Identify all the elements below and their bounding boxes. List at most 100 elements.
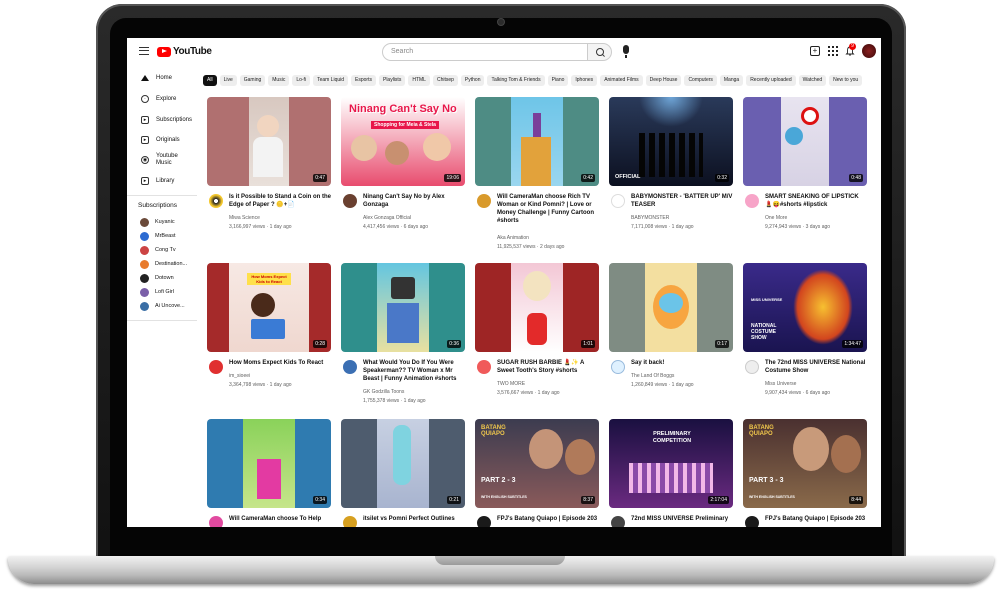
sidebar-item-library[interactable]: ▸ Library [141, 174, 174, 188]
video-title[interactable]: Ninang Can't Say No by Alex Gonzaga [363, 193, 465, 209]
video-thumbnail[interactable]: 0:48 [743, 97, 867, 186]
subscription-item[interactable]: Dotown [140, 273, 174, 283]
channel-avatar[interactable] [209, 360, 223, 374]
channel-avatar[interactable] [611, 516, 625, 527]
video-thumbnail[interactable]: PRELIMINARY COMPETITION 2:17:04 [609, 419, 733, 508]
apps-grid-icon[interactable] [828, 46, 838, 56]
chip[interactable]: Animated Films [600, 75, 643, 86]
sidebar-item-subscriptions[interactable]: ▸ Subscriptions [141, 113, 192, 127]
video-title[interactable]: SUGAR RUSH BARBIE 💄✨ A Sweet Tooth's Sto… [497, 359, 599, 375]
chip[interactable]: Python [460, 75, 485, 86]
search-input[interactable]: Search [382, 43, 588, 61]
chip[interactable]: New to you [829, 75, 863, 86]
subscription-item[interactable]: MrBeast [140, 231, 175, 241]
chip[interactable]: Lo-fi [292, 75, 311, 86]
chip[interactable]: Iphones [571, 75, 598, 86]
chip[interactable]: Team Liquid [313, 75, 349, 86]
video-title[interactable]: SMART SNEAKING OF LIPSTICK 💄😝#shorts #li… [765, 193, 867, 209]
sidebar-item-explore[interactable]: · Explore [141, 92, 176, 106]
channel-name[interactable]: Alex Gonzaga Official [363, 215, 411, 221]
sidebar-item-home[interactable]: Home [141, 71, 172, 85]
chip[interactable]: Talking Tom & Friends [487, 75, 545, 86]
channel-avatar[interactable] [209, 516, 223, 527]
video-thumbnail[interactable]: 0:47 [207, 97, 331, 186]
video-title[interactable]: The 72nd MISS UNIVERSE National Costume … [765, 359, 867, 375]
subscription-item[interactable]: Ai Uncove... [140, 301, 185, 311]
video-thumbnail[interactable]: 0:21 [341, 419, 465, 508]
video-thumbnail[interactable]: Ninang Can't Say No Shopping for Meia & … [341, 97, 465, 186]
channel-name[interactable]: Aka Animation [497, 235, 529, 241]
chip[interactable]: Playlists [378, 75, 406, 86]
channel-avatar[interactable] [745, 360, 759, 374]
chip[interactable]: Recently uploaded [746, 75, 796, 86]
video-title[interactable]: itsilet vs Pomni Perfect Outlines [363, 515, 465, 523]
chip[interactable]: Piano [547, 75, 569, 86]
channel-name[interactable]: Miss Universe [765, 381, 796, 387]
channel-avatar[interactable] [611, 360, 625, 374]
chip[interactable]: Esports [351, 75, 376, 86]
channel-avatar[interactable] [343, 516, 357, 527]
video-title[interactable]: What Would You Do If You Were Speakerman… [363, 359, 465, 383]
video-thumbnail[interactable]: How Moms Expect Kids to React 0:28 [207, 263, 331, 352]
channel-name[interactable]: BABYMONSTER [631, 215, 669, 221]
channel-name[interactable]: im_sioeei [229, 373, 250, 379]
subscription-name: Destination... [155, 261, 188, 267]
microphone-icon[interactable] [623, 45, 629, 58]
video-title[interactable]: How Moms Expect Kids To React [229, 359, 331, 367]
chip[interactable]: Watched [798, 75, 827, 86]
channel-avatar[interactable] [343, 360, 357, 374]
create-video-icon[interactable]: + [810, 46, 820, 56]
chip[interactable]: Gaming [239, 75, 266, 86]
chip[interactable]: Chitsep [432, 75, 458, 86]
subscription-item[interactable]: Cong Tv [140, 245, 176, 255]
chip[interactable]: Live [219, 75, 237, 86]
video-title[interactable]: FPJ's Batang Quiapo | Episode 203 [765, 515, 867, 523]
video-title[interactable]: FPJ's Batang Quiapo | Episode 203 [497, 515, 599, 523]
channel-name[interactable]: The Land Of Boggs [631, 373, 674, 379]
video-thumbnail[interactable]: BATANG QUIAPO PART 3 - 3 WITH ENGLISH SU… [743, 419, 867, 508]
chip[interactable]: Deep House [645, 75, 682, 86]
channel-name[interactable]: GK Godzilla Toons [363, 389, 404, 395]
video-thumbnail[interactable]: 0:17 [609, 263, 733, 352]
channel-name[interactable]: TWO MORE [497, 381, 525, 387]
user-avatar[interactable] [862, 44, 876, 58]
channel-avatar[interactable] [611, 194, 625, 208]
search-icon[interactable] [588, 43, 612, 61]
chip[interactable]: Manga [719, 75, 744, 86]
youtube-logo[interactable]: YouTube [157, 46, 212, 57]
chip[interactable]: Music [268, 75, 290, 86]
home-icon [141, 75, 149, 81]
video-title[interactable]: 72nd MISS UNIVERSE Preliminary [631, 515, 733, 523]
channel-avatar [140, 301, 149, 311]
channel-avatar[interactable] [477, 516, 491, 527]
chip[interactable]: Computers [684, 75, 717, 86]
channel-name[interactable]: One More [765, 215, 787, 221]
video-title[interactable]: BABYMONSTER - 'BATTER UP' M/V TEASER [631, 193, 733, 209]
subscription-item[interactable]: Destination... [140, 259, 187, 269]
chip[interactable]: HTML [408, 75, 430, 86]
video-title[interactable]: Say it back! [631, 359, 733, 367]
menu-icon[interactable] [139, 47, 149, 55]
chip-all[interactable]: All [203, 75, 217, 86]
video-title[interactable]: Will CameraMan choose Rich TV Woman or K… [497, 193, 599, 225]
channel-avatar[interactable] [477, 194, 491, 208]
channel-avatar[interactable] [343, 194, 357, 208]
sidebar-item-music[interactable]: ◉ Youtube Music [141, 153, 191, 167]
video-thumbnail[interactable]: 0:42 [475, 97, 599, 186]
channel-avatar[interactable] [477, 360, 491, 374]
subscription-item[interactable]: Kuyanic [140, 217, 175, 227]
video-thumbnail[interactable]: MISS UNIVERSE NATIONAL COSTUME SHOW 1:34… [743, 263, 867, 352]
video-thumbnail[interactable]: OFFICIAL 0:32 [609, 97, 733, 186]
video-thumbnail[interactable]: BATANG QUIAPO PART 2 - 3 WITH ENGLISH SU… [475, 419, 599, 508]
video-title[interactable]: Will CameraMan choose To Help [229, 515, 331, 523]
video-title[interactable]: Is it Possible to Stand a Coin on the Ed… [229, 193, 331, 209]
channel-avatar[interactable] [209, 194, 223, 208]
video-thumbnail[interactable]: 0:36 [341, 263, 465, 352]
sidebar-item-originals[interactable]: ▸ Originals [141, 133, 180, 147]
video-thumbnail[interactable]: 0:34 [207, 419, 331, 508]
channel-avatar[interactable] [745, 194, 759, 208]
channel-name[interactable]: Miwa Science [229, 215, 260, 221]
subscription-item[interactable]: Lofi Girl [140, 287, 174, 297]
channel-avatar[interactable] [745, 516, 759, 527]
video-thumbnail[interactable]: 1:01 [475, 263, 599, 352]
